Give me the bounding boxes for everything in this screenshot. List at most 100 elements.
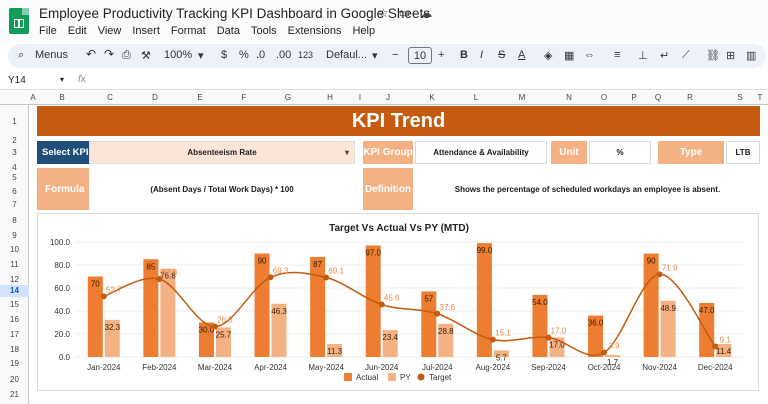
actual-bar	[254, 253, 270, 357]
column-header[interactable]: O	[601, 93, 607, 102]
column-header[interactable]: Q	[655, 93, 661, 102]
row-header[interactable]: 17	[0, 330, 29, 339]
print-icon[interactable]: ⎙	[122, 49, 131, 62]
zoom-select[interactable]: 100%	[164, 49, 192, 61]
strikethrough-button[interactable]: S	[498, 49, 505, 61]
paint-format-icon[interactable]: ⚒	[141, 49, 151, 62]
decrease-decimal-button[interactable]: .0	[256, 49, 265, 61]
cloud-icon[interactable]: ☁	[420, 6, 432, 20]
column-header[interactable]: B	[59, 93, 64, 102]
py-bar	[605, 355, 621, 357]
undo-icon[interactable]: ↶	[86, 47, 96, 61]
text-color-button[interactable]: A	[518, 49, 525, 61]
insert-comment-icon[interactable]: ⊞	[726, 49, 735, 62]
row-header[interactable]: 8	[0, 216, 29, 225]
select-kpi-dropdown[interactable]: Absenteeism Rate ▾	[89, 141, 355, 164]
column-header[interactable]: A	[30, 93, 35, 102]
column-header[interactable]: R	[687, 93, 693, 102]
column-header[interactable]: F	[242, 93, 247, 102]
insert-link-icon[interactable]: ⛓	[706, 49, 720, 62]
star-icon[interactable]: ☆	[378, 6, 389, 20]
column-header[interactable]: P	[631, 93, 636, 102]
font-select[interactable]: Defaul...	[326, 49, 367, 61]
menu-extensions[interactable]: Extensions	[288, 25, 342, 37]
x-tick-label: Nov-2024	[642, 363, 677, 372]
row-header[interactable]: 2	[0, 136, 29, 145]
column-header[interactable]: D	[152, 93, 158, 102]
chevron-down-icon[interactable]: ▾	[372, 49, 378, 62]
vertical-align-icon[interactable]: ⊥	[638, 49, 648, 62]
column-header[interactable]: C	[107, 93, 113, 102]
legend-actual-label: Actual	[356, 373, 378, 382]
menu-format[interactable]: Format	[171, 25, 206, 37]
py-data-label: 11.4	[716, 347, 732, 356]
row-header[interactable]: 3	[0, 148, 29, 157]
percent-button[interactable]: %	[239, 49, 249, 61]
bold-button[interactable]: B	[460, 49, 468, 61]
search-icon[interactable]: ⌕	[18, 49, 24, 62]
document-title[interactable]: Employee Productivity Tracking KPI Dashb…	[39, 6, 430, 21]
merge-cells-icon[interactable]: ⇔	[584, 49, 595, 61]
column-header[interactable]: L	[474, 93, 478, 102]
text-wrap-icon[interactable]: ↵	[660, 49, 669, 62]
align-left-icon[interactable]: ≡	[614, 49, 620, 61]
row-header[interactable]: 5	[0, 173, 29, 182]
currency-button[interactable]: $	[221, 49, 227, 61]
menu-bar: File Edit View Insert Format Data Tools …	[39, 25, 375, 37]
number-format-button[interactable]: 123	[298, 50, 313, 60]
menu-view[interactable]: View	[98, 25, 122, 37]
menu-insert[interactable]: Insert	[132, 25, 160, 37]
row-header[interactable]: 9	[0, 231, 29, 240]
column-header[interactable]: I	[359, 93, 361, 102]
row-header[interactable]: 19	[0, 359, 29, 368]
column-header[interactable]: M	[519, 93, 526, 102]
row-header[interactable]: 15	[0, 300, 29, 309]
font-size-increase-button[interactable]: +	[438, 49, 444, 61]
sheets-logo-icon[interactable]	[9, 8, 29, 34]
chevron-down-icon[interactable]: ▾	[198, 49, 204, 62]
column-header[interactable]: E	[197, 93, 202, 102]
increase-decimal-button[interactable]: .00	[276, 49, 291, 61]
column-header[interactable]: T	[758, 93, 763, 102]
search-menus[interactable]: Menus	[35, 49, 68, 61]
column-header[interactable]: K	[429, 93, 434, 102]
borders-icon[interactable]: ▦	[564, 49, 574, 62]
menu-data[interactable]: Data	[217, 25, 240, 37]
row-header[interactable]: 12	[0, 275, 29, 284]
name-box[interactable]: Y14	[8, 75, 26, 86]
menu-file[interactable]: File	[39, 25, 57, 37]
chevron-down-icon[interactable]: ▾	[60, 75, 64, 84]
column-header[interactable]: N	[566, 93, 572, 102]
italic-button[interactable]: I	[480, 49, 483, 61]
column-header[interactable]: S	[737, 93, 742, 102]
row-header[interactable]: 4	[0, 163, 29, 172]
row-header-selected[interactable]: 14	[0, 285, 29, 297]
row-header[interactable]: 18	[0, 345, 29, 354]
actual-data-label: 90	[647, 257, 656, 266]
chevron-down-icon[interactable]: ▾	[345, 148, 349, 157]
row-header[interactable]: 11	[0, 260, 29, 269]
chart-panel[interactable]: Target Vs Actual Vs PY (MTD) 0.0 20.0 40.0 6…	[37, 213, 759, 391]
font-size-decrease-button[interactable]: −	[392, 49, 398, 61]
redo-icon[interactable]: ↷	[104, 47, 114, 61]
column-header[interactable]: G	[285, 93, 291, 102]
column-headers: A B C D E F G H I J K L M N O P Q R S T	[0, 91, 768, 105]
row-header[interactable]: 10	[0, 245, 29, 254]
font-size-input[interactable]: 10	[408, 47, 432, 64]
row-header[interactable]: 16	[0, 315, 29, 324]
text-rotate-icon[interactable]: ⟋	[682, 49, 690, 62]
actual-bar	[87, 276, 103, 357]
menu-help[interactable]: Help	[352, 25, 375, 37]
fill-color-icon[interactable]: ◈	[544, 49, 552, 62]
row-header[interactable]: 7	[0, 200, 29, 209]
insert-chart-icon[interactable]: ▥	[746, 49, 756, 62]
row-header[interactable]: 21	[0, 390, 29, 399]
menu-tools[interactable]: Tools	[251, 25, 277, 37]
folder-icon[interactable]: ▭	[399, 6, 410, 20]
row-header[interactable]: 20	[0, 375, 29, 384]
row-header[interactable]: 1	[0, 117, 29, 126]
column-header[interactable]: H	[327, 93, 333, 102]
column-header[interactable]: J	[386, 93, 390, 102]
row-header[interactable]: 6	[0, 187, 29, 196]
menu-edit[interactable]: Edit	[68, 25, 87, 37]
